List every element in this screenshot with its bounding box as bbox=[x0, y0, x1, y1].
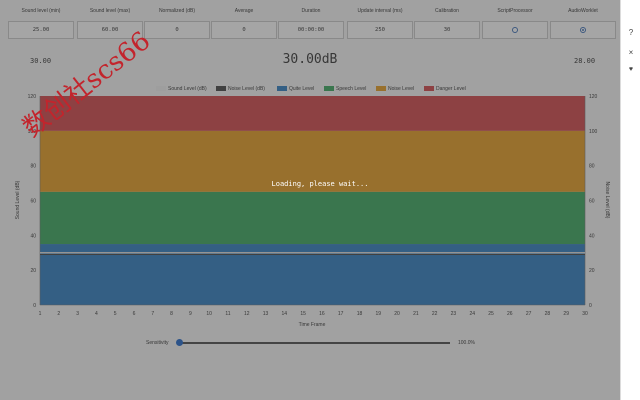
side-toolbar: × ? ♥ bbox=[620, 0, 640, 400]
app-page: Sound level (min) Sound level (max) Norm… bbox=[0, 0, 620, 400]
loading-message: Loading, please wait... bbox=[271, 180, 369, 188]
help-icon[interactable]: ? bbox=[621, 28, 640, 37]
heart-icon[interactable]: ♥ bbox=[621, 66, 640, 73]
close-icon[interactable]: × bbox=[621, 48, 640, 57]
